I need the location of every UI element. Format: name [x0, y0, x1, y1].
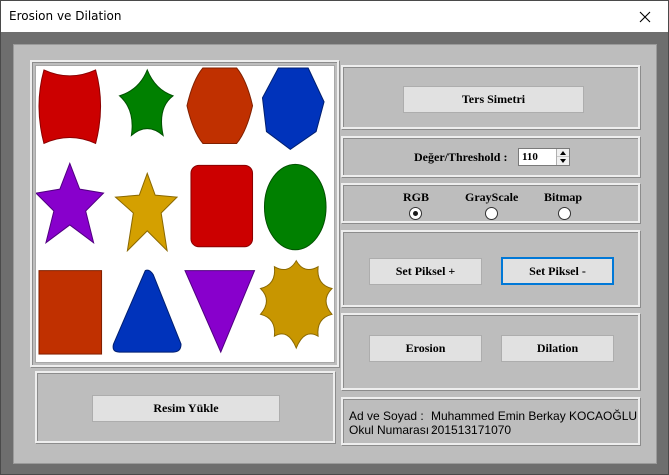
- window-title: Erosion ve Dilation: [9, 9, 122, 23]
- threshold-label: Değer/Threshold :: [414, 150, 508, 164]
- threshold-numeric-updown[interactable]: 110: [518, 148, 570, 166]
- spin-down-button[interactable]: [557, 157, 569, 165]
- number-value: 201513171070: [431, 423, 512, 437]
- name-value: Muhammed Emin Berkay KOCAOĞLU: [431, 409, 638, 423]
- close-icon: [639, 11, 651, 22]
- mode-label-rgb: RGB: [403, 190, 430, 204]
- shape-star-5: [114, 171, 179, 253]
- set-piksel-minus-button[interactable]: Set Piksel -: [501, 257, 614, 285]
- threshold-value[interactable]: 110: [522, 151, 538, 163]
- shape-wavy-square: [38, 69, 102, 145]
- dilation-button[interactable]: Dilation: [501, 335, 614, 362]
- ters-simetri-button[interactable]: Ters Simetri: [403, 86, 584, 113]
- shape-rectangle: [38, 270, 103, 355]
- number-label: Okul Numarası :: [349, 423, 436, 437]
- radio-grayscale[interactable]: [485, 207, 498, 220]
- shape-star-6: [36, 161, 105, 245]
- shape-ellipse: [263, 163, 327, 251]
- shape-star-5-rounded: [118, 68, 175, 137]
- arrow-down-icon: [560, 159, 566, 163]
- shape-heptagon: [261, 67, 325, 151]
- shape-triangle-down: [184, 270, 256, 354]
- name-label: Ad ve Soyad :: [349, 409, 424, 423]
- shapes-image: [36, 67, 333, 355]
- shape-rounded-rectangle: [190, 164, 254, 248]
- mode-label-bitmap: Bitmap: [544, 190, 583, 204]
- erosion-button[interactable]: Erosion: [369, 335, 482, 362]
- main-window: Erosion ve Dilation Resim Yükle Ters Sim…: [0, 0, 669, 475]
- radio-bitmap[interactable]: [558, 207, 571, 220]
- mode-label-grayscale: GrayScale: [465, 190, 519, 204]
- close-button[interactable]: [622, 1, 668, 32]
- resim-yukle-button[interactable]: Resim Yükle: [92, 395, 280, 422]
- shape-star-8-wavy: [259, 259, 333, 350]
- set-piksel-plus-button[interactable]: Set Piksel +: [369, 258, 482, 285]
- shape-octagon: [186, 67, 254, 144]
- shape-triangle-up: [112, 269, 182, 353]
- spin-up-button[interactable]: [557, 149, 569, 157]
- radio-rgb[interactable]: [409, 207, 422, 220]
- title-bar[interactable]: Erosion ve Dilation: [1, 1, 668, 32]
- threshold-spinner: [556, 149, 569, 165]
- image-picturebox: [35, 65, 335, 363]
- arrow-up-icon: [560, 150, 566, 155]
